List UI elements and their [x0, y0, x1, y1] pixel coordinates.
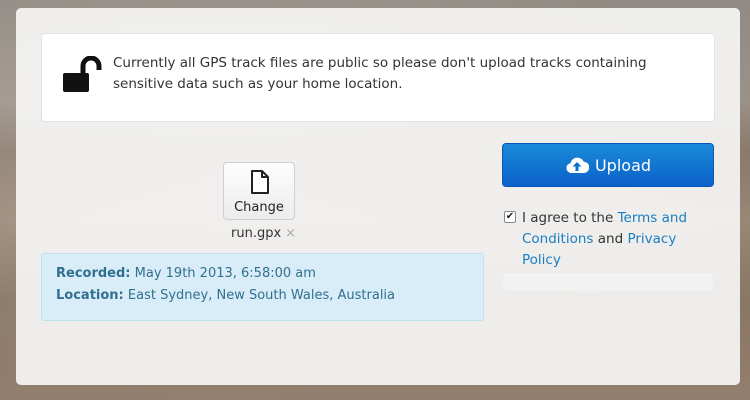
- upload-button[interactable]: Upload: [502, 143, 714, 187]
- upload-progress-bar: [502, 272, 714, 292]
- agreement-prefix: I agree to the: [522, 210, 614, 226]
- location-value: East Sydney, New South Wales, Australia: [127, 288, 396, 303]
- remove-file-icon[interactable]: ×: [285, 226, 296, 241]
- agreement-conjunction: and: [597, 231, 624, 247]
- location-label: Location:: [56, 288, 124, 303]
- filename-row: run.gpx ×: [231, 226, 296, 241]
- change-label: Change: [234, 200, 284, 215]
- change-file-button[interactable]: Change: [223, 162, 295, 220]
- agree-checkbox[interactable]: ✔: [504, 211, 516, 223]
- agreement-text: I agree to the Terms and Conditions and …: [522, 208, 717, 271]
- file-icon: [251, 170, 269, 194]
- recorded-label: Recorded:: [56, 266, 131, 281]
- upload-panel: Currently all GPS track files are public…: [16, 8, 740, 385]
- filename: run.gpx: [231, 226, 282, 241]
- cloud-upload-icon: [566, 157, 589, 174]
- recorded-value: May 19th 2013, 6:58:00 am: [134, 266, 316, 281]
- track-info: Recorded: May 19th 2013, 6:58:00 am Loca…: [41, 253, 484, 321]
- recorded-row: Recorded: May 19th 2013, 6:58:00 am: [56, 263, 469, 285]
- notice-text: Currently all GPS track files are public…: [113, 55, 647, 92]
- unlock-icon: [63, 56, 102, 92]
- upload-label: Upload: [594, 155, 652, 175]
- location-row: Location: East Sydney, New South Wales, …: [56, 285, 469, 307]
- privacy-notice: Currently all GPS track files are public…: [41, 33, 715, 122]
